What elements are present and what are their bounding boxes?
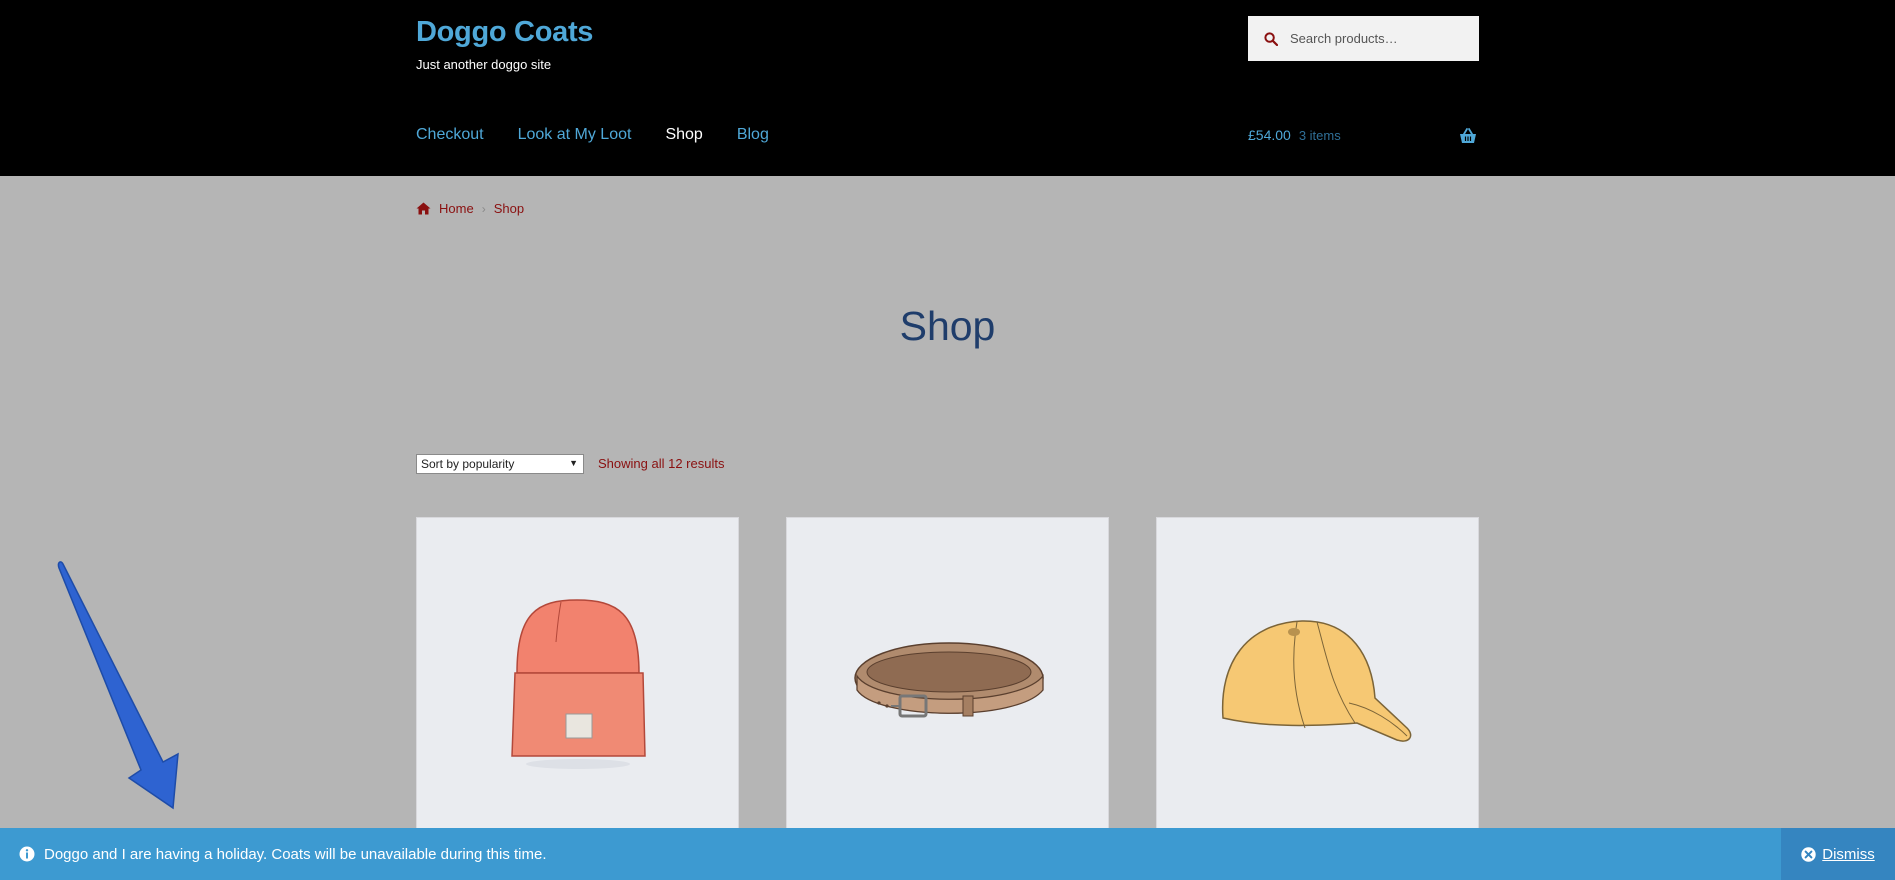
breadcrumb: Home › Shop [416, 201, 524, 216]
cart-total[interactable]: £54.00 [1248, 127, 1291, 143]
dismiss-link[interactable]: Dismiss [1822, 846, 1875, 863]
store-notice: Doggo and I are having a holiday. Coats … [0, 828, 1895, 880]
product-card[interactable] [786, 517, 1109, 837]
search-input[interactable] [1288, 30, 1472, 47]
chevron-down-icon: ▼ [569, 458, 578, 468]
belt-product-image[interactable] [787, 518, 1109, 837]
product-card[interactable] [1156, 517, 1479, 837]
search-box[interactable] [1248, 16, 1479, 61]
site-header: Doggo Coats Just another doggo site Chec… [0, 0, 1895, 176]
store-notice-text: Doggo and I are having a holiday. Coats … [44, 845, 547, 863]
dismiss-button[interactable]: Dismiss [1781, 828, 1895, 880]
cart-count[interactable]: 3 items [1299, 128, 1341, 143]
nav-item-look-at-my-loot[interactable]: Look at My Loot [518, 126, 632, 144]
breadcrumb-separator: › [481, 201, 486, 216]
breadcrumb-current: Shop [493, 201, 525, 216]
header-cart[interactable]: £54.00 3 items [1248, 127, 1479, 143]
info-icon [19, 846, 35, 862]
pointer-arrow-icon [57, 561, 179, 810]
site-description: Just another doggo site [416, 57, 552, 72]
breadcrumb-home[interactable]: Home [439, 201, 474, 216]
nav-item-checkout[interactable]: Checkout [416, 126, 484, 144]
product-card[interactable] [416, 517, 739, 837]
home-icon [416, 202, 431, 215]
page-title: Shop [899, 303, 996, 349]
beanie-product-image[interactable] [417, 518, 739, 837]
result-count: Showing all 12 results [598, 456, 725, 471]
search-icon [1264, 31, 1278, 46]
cap-product-image[interactable] [1157, 518, 1479, 837]
nav-item-blog[interactable]: Blog [737, 126, 769, 144]
close-icon[interactable] [1801, 846, 1816, 862]
sort-select[interactable]: Sort by popularity ▼ [416, 454, 584, 474]
sort-select-value: Sort by popularity [421, 457, 515, 471]
primary-nav: Checkout Look at My Loot Shop Blog [416, 126, 803, 144]
basket-icon[interactable] [1459, 128, 1477, 144]
site-title[interactable]: Doggo Coats [416, 16, 593, 49]
nav-item-shop[interactable]: Shop [665, 126, 702, 144]
